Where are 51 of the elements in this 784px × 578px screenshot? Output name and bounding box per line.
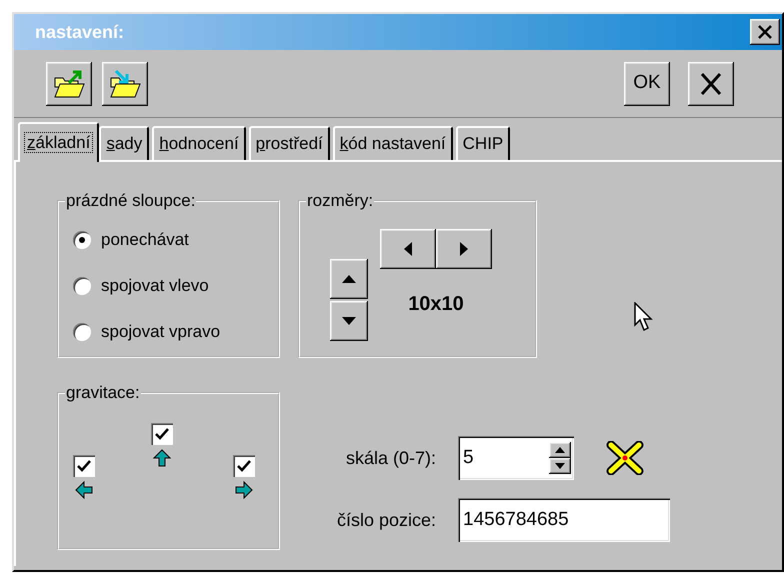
dimensions-value: 10x10 — [408, 292, 464, 317]
left-arrow-icon — [75, 481, 93, 499]
left-arrow-icon — [404, 242, 412, 256]
checkbox[interactable] — [151, 423, 173, 445]
right-arrow-icon — [460, 242, 468, 256]
down-arrow-icon — [342, 317, 356, 325]
right-arrow-icon — [235, 481, 253, 499]
group-title: gravitace: — [65, 384, 141, 401]
cross-icon[interactable] — [606, 441, 644, 475]
scale-label: skála (0-7): — [344, 446, 437, 470]
tab[interactable]: základní — [18, 122, 100, 162]
radio-button[interactable] — [73, 277, 91, 295]
up-button[interactable] — [330, 259, 368, 299]
check-mark-icon — [155, 428, 169, 440]
radio-button[interactable] — [73, 231, 91, 249]
close-icon — [698, 70, 724, 96]
right-button[interactable] — [436, 229, 492, 269]
import-button[interactable] — [102, 62, 148, 106]
group-title: rozměry: — [306, 192, 374, 209]
checkbox[interactable] — [233, 455, 255, 477]
close-button[interactable] — [750, 19, 780, 45]
folder-arrow-in-icon — [108, 68, 142, 100]
close-icon — [757, 25, 773, 39]
up-arrow-icon — [555, 447, 565, 453]
window-title: nastavení: — [35, 20, 124, 44]
radio-label[interactable]: spojovat vpravo — [101, 319, 220, 345]
folder-arrow-out-icon — [52, 68, 86, 100]
tab[interactable]: kód nastavení — [332, 126, 453, 160]
tab[interactable]: hodnocení — [152, 126, 246, 160]
radio-label[interactable]: spojovat vlevo — [101, 273, 209, 299]
radio-button[interactable] — [73, 323, 91, 341]
scale-spin-field[interactable]: 5 — [458, 436, 574, 480]
down-button[interactable] — [330, 301, 368, 341]
up-arrow-icon — [153, 449, 171, 467]
export-button[interactable] — [46, 62, 92, 106]
mouse-cursor-icon — [634, 302, 654, 332]
tab[interactable]: CHIP — [456, 126, 510, 160]
checkbox[interactable] — [73, 455, 95, 477]
position-field[interactable]: 1456784685 — [458, 498, 670, 542]
check-mark-icon — [77, 460, 91, 472]
group-title: prázdné sloupce: — [65, 192, 196, 209]
check-mark-icon — [237, 460, 251, 472]
position-label: číslo pozice: — [336, 508, 437, 532]
cancel-button[interactable] — [688, 62, 734, 106]
radio-label[interactable]: ponechávat — [101, 227, 189, 253]
down-arrow-icon — [555, 463, 565, 469]
tab[interactable]: sady — [99, 126, 150, 160]
ok-button[interactable]: OK — [624, 62, 670, 106]
left-button[interactable] — [380, 229, 436, 269]
up-arrow-icon — [342, 275, 356, 283]
tab[interactable]: prostředí — [248, 126, 330, 160]
